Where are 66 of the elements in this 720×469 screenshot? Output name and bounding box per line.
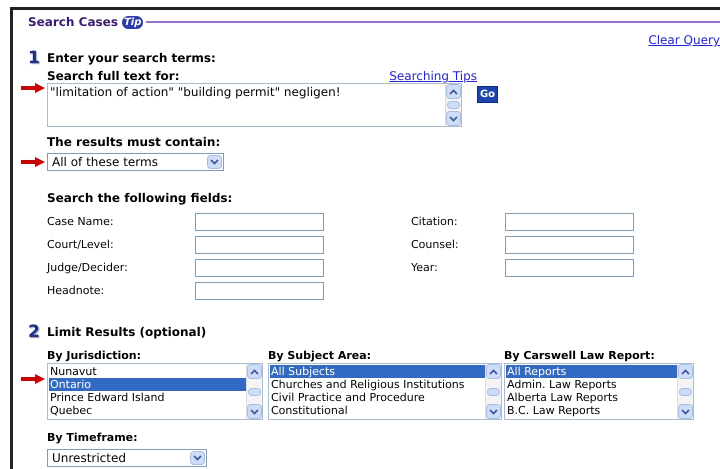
input-field[interactable] — [195, 259, 324, 277]
list-item[interactable]: Alberta Law Reports — [506, 391, 677, 404]
field-label: Headnote: — [47, 283, 104, 299]
scroll-thumb[interactable] — [447, 101, 460, 109]
input-field[interactable] — [195, 213, 324, 231]
input-field[interactable] — [195, 282, 324, 300]
scroll-down-icon[interactable] — [489, 408, 498, 414]
step-heading: Limit Results (optional) — [47, 324, 206, 341]
scroll-up-icon[interactable] — [681, 368, 690, 374]
scroll-down-icon[interactable] — [449, 116, 458, 122]
scrollbar[interactable] — [246, 364, 262, 419]
list-box[interactable]: All Reports Admin. Law Reports Alberta Law Reports B.C. Law Reports — [504, 363, 694, 420]
search-text-area[interactable]: "limitation of action" "building permit" negligen! — [47, 83, 462, 127]
step-number: 1 — [28, 50, 41, 66]
scrollbar[interactable] — [485, 364, 501, 419]
go-button[interactable]: Go — [477, 86, 498, 103]
list-label: By Carswell Law Report: — [504, 349, 656, 362]
list-item[interactable]: B.C. Law Reports — [506, 404, 677, 417]
dropdown[interactable]: All of these terms — [47, 153, 224, 171]
list-item[interactable]: All Subjects — [270, 365, 485, 378]
input-field[interactable] — [195, 236, 324, 254]
dropdown-arrow-icon — [190, 451, 205, 465]
field-label: Year: — [411, 260, 438, 276]
field-label: Citation: — [411, 214, 458, 230]
dropdown[interactable]: Unrestricted — [47, 449, 207, 467]
step-heading: Enter your search terms: — [47, 50, 216, 67]
list-item[interactable]: Admin. Law Reports — [506, 378, 677, 391]
list-item[interactable]: Civil Practice and Procedure — [270, 391, 485, 404]
scroll-thumb[interactable] — [679, 388, 692, 396]
section-title: Search Cases — [28, 14, 118, 31]
list-item[interactable]: Constitutional — [270, 404, 485, 417]
list-box[interactable]: Nunavut Ontario Prince Edward Island Quebec — [47, 363, 263, 420]
input-field[interactable] — [505, 259, 634, 277]
scrollbar[interactable] — [445, 84, 461, 126]
step-number: 2 — [28, 324, 41, 340]
dropdown-arrow-icon — [207, 155, 222, 169]
section-heading: Search the following fields: — [47, 191, 232, 205]
input-field[interactable] — [505, 213, 634, 231]
list-item[interactable]: Quebec — [49, 404, 246, 417]
scroll-up-icon[interactable] — [449, 88, 458, 94]
field-label: Search full text for: — [47, 69, 180, 83]
tip-badge[interactable]: Tip — [122, 16, 144, 28]
field-label: Counsel: — [411, 237, 459, 253]
scroll-up-icon[interactable] — [250, 368, 259, 374]
field-label: The results must contain: — [47, 135, 220, 149]
list-item[interactable]: Ontario — [49, 378, 246, 391]
scroll-thumb[interactable] — [248, 388, 261, 396]
field-label: Court/Level: — [47, 237, 114, 253]
field-label: Case Name: — [47, 214, 114, 230]
input-field[interactable] — [505, 236, 634, 254]
clear-query-link[interactable]: Clear Query — [648, 33, 720, 47]
list-item[interactable]: All Reports — [506, 365, 677, 378]
list-item[interactable]: Nunavut — [49, 365, 246, 378]
scroll-down-icon[interactable] — [681, 408, 690, 414]
list-item[interactable]: Churches and Religious Institutions — [270, 378, 485, 391]
list-label: By Subject Area: — [268, 349, 372, 362]
list-item[interactable]: Prince Edward Island — [49, 391, 246, 404]
scroll-down-icon[interactable] — [250, 408, 259, 414]
list-box[interactable]: All Subjects Churches and Religious Institutions Civil Practice and Procedure Constitutional — [268, 363, 502, 420]
scroll-up-icon[interactable] — [489, 368, 498, 374]
searching-tips-link[interactable]: Searching Tips — [389, 69, 477, 83]
scrollbar[interactable] — [677, 364, 693, 419]
list-label: By Timeframe: — [47, 431, 138, 444]
field-label: Judge/Decider: — [47, 260, 128, 276]
scroll-thumb[interactable] — [487, 388, 500, 396]
list-label: By Jurisdiction: — [47, 349, 142, 362]
